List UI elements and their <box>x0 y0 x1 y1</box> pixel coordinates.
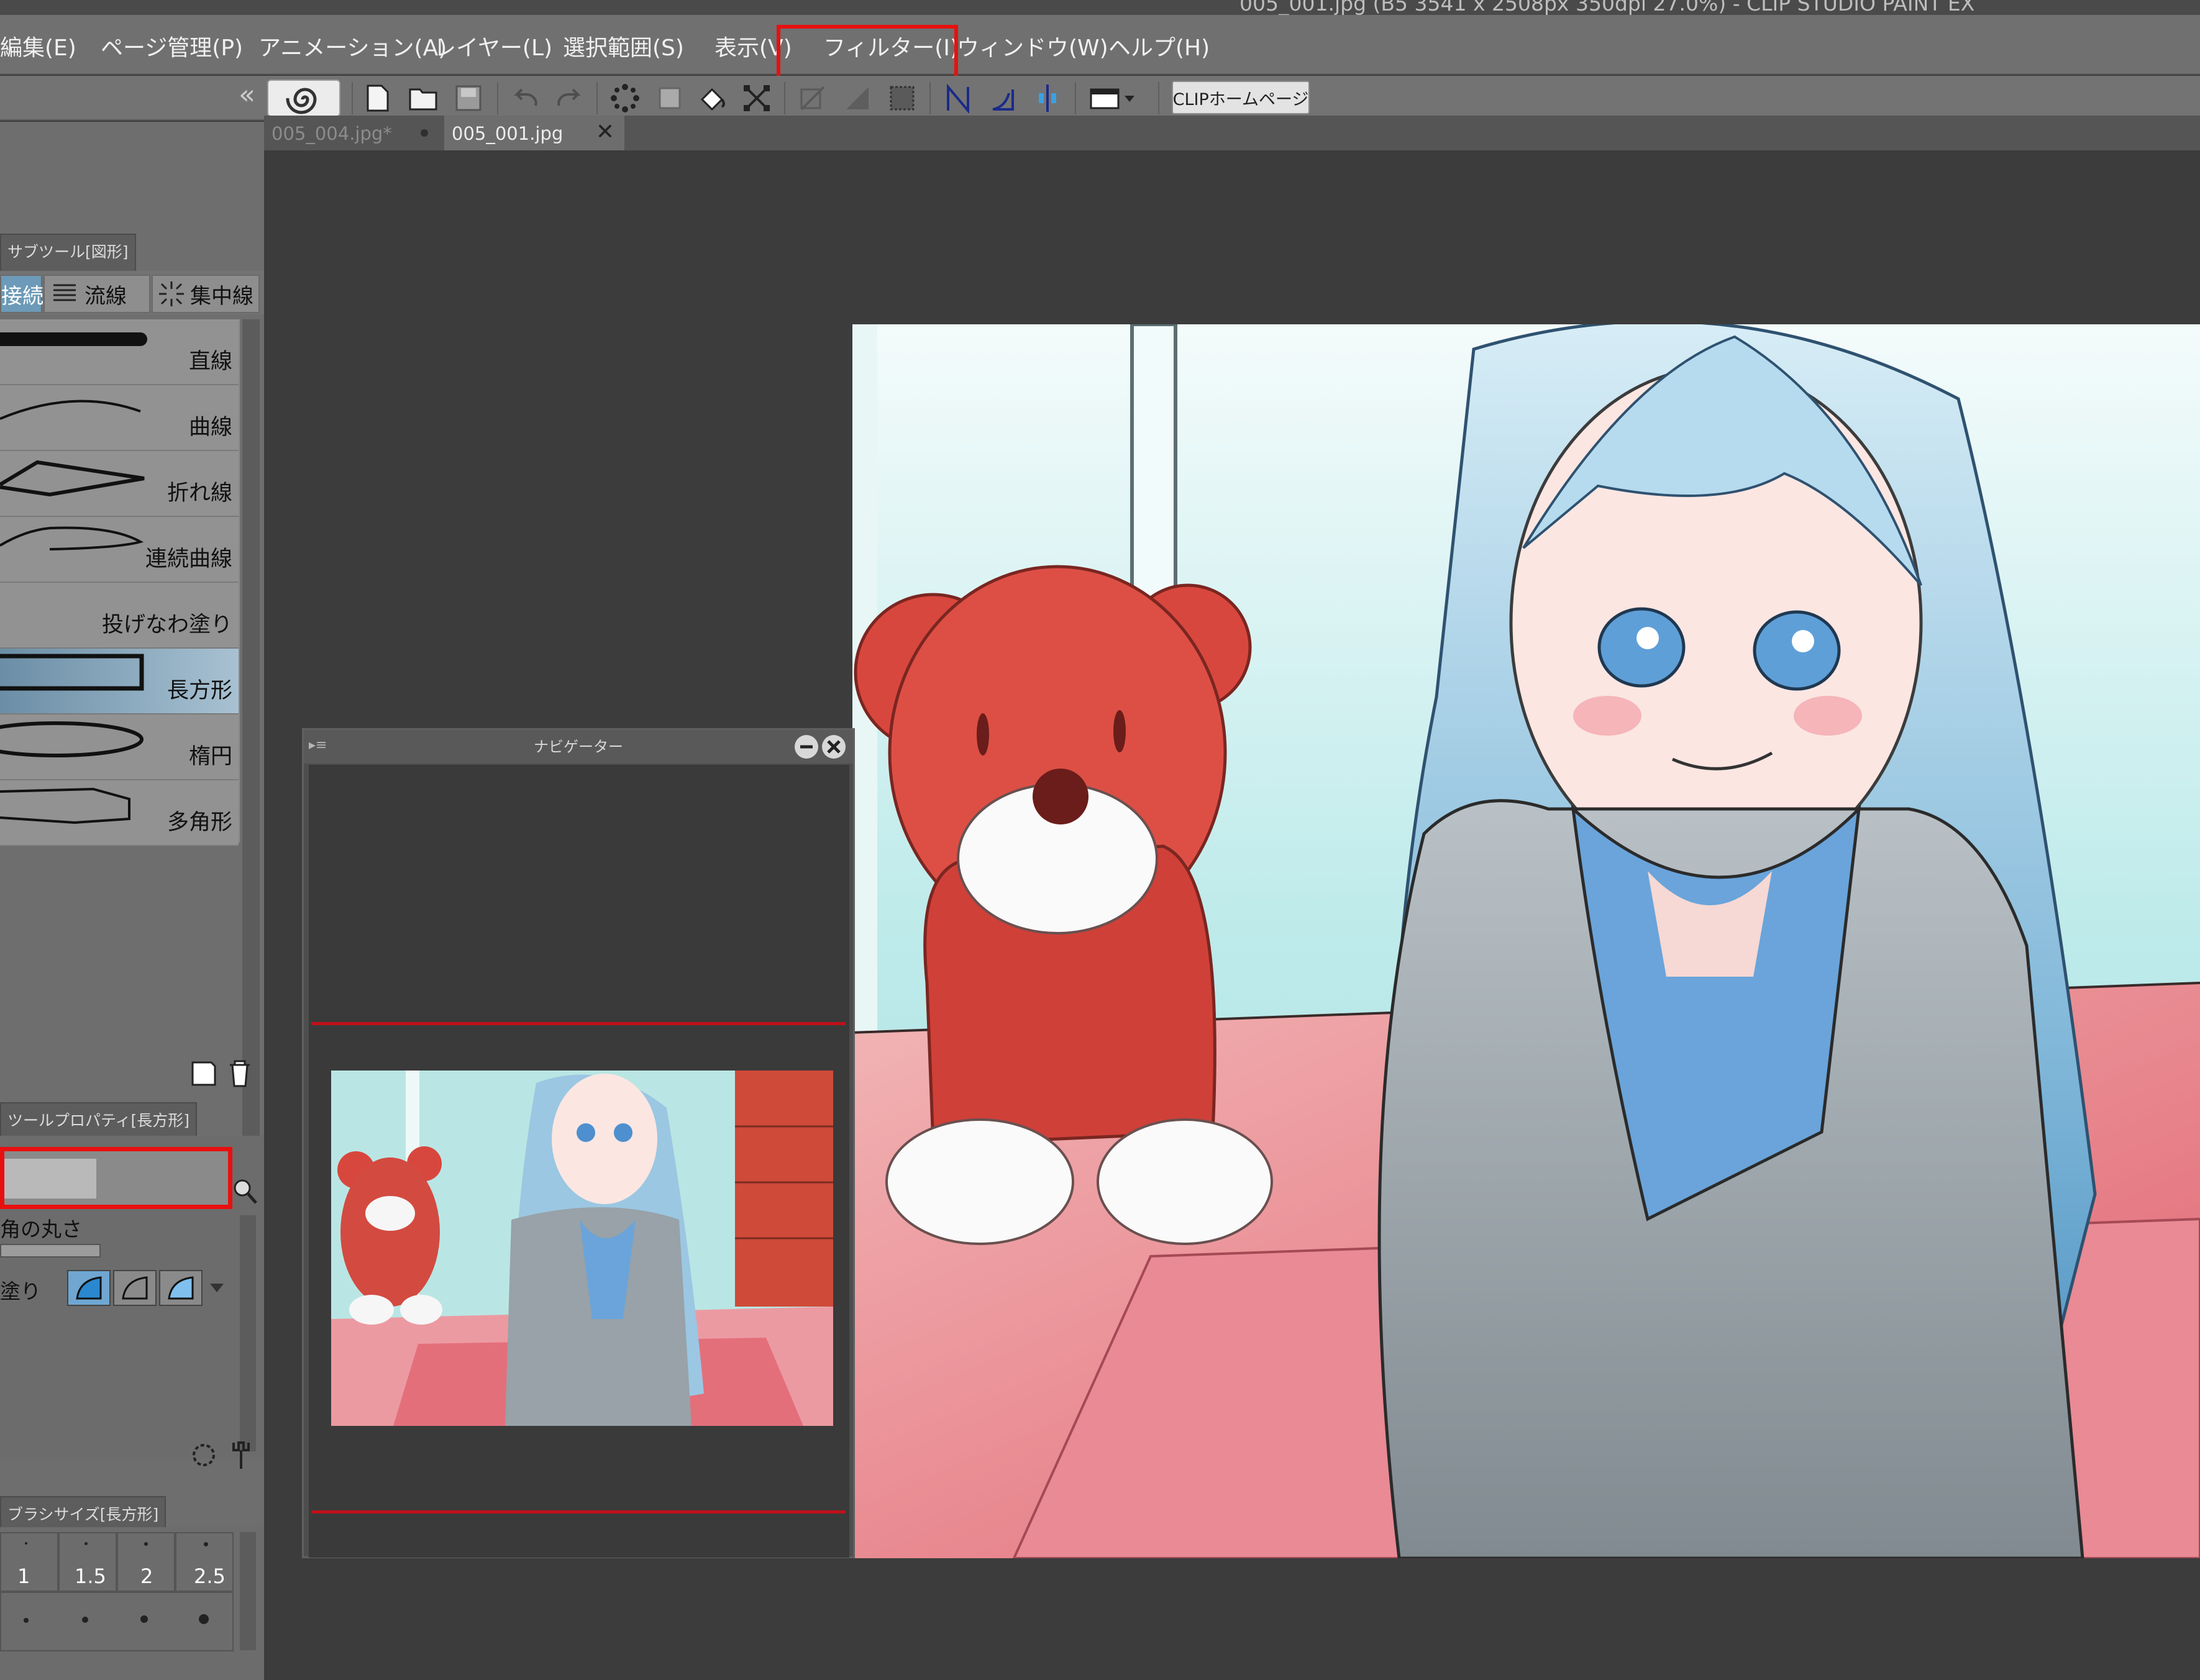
subtool-tab-concentrated[interactable]: 集中線 <box>152 275 260 313</box>
panel-menu-icon[interactable]: ▸≡ <box>309 737 327 756</box>
navigator-title-bar: ナビゲーター <box>304 730 853 764</box>
brush-size-2[interactable]: 2 <box>117 1532 175 1592</box>
corner-roundness-slider[interactable] <box>0 1244 101 1258</box>
new-subtool-icon[interactable] <box>190 1060 217 1087</box>
concentrated-line-icon <box>159 281 184 306</box>
fill-option-both[interactable] <box>159 1270 203 1306</box>
menu-animation[interactable]: アニメーション(A) <box>258 30 447 62</box>
property-settings-icon[interactable] <box>232 1178 258 1205</box>
open-file-icon[interactable] <box>406 81 441 116</box>
menu-edit[interactable]: 編集(E) <box>0 30 76 62</box>
clip-homepage-button[interactable]: CLIPホームページ <box>1172 81 1310 114</box>
brush-size-grid: 1 1.5 2 2.5 <box>0 1527 264 1680</box>
fill-option-outline[interactable] <box>113 1270 157 1306</box>
document-tab-bar: 005_004.jpg* 005_001.jpg ✕ <box>264 116 2200 150</box>
canvas-artwork[interactable] <box>852 324 2200 1558</box>
window-title: 005_001.jpg (B5 3541 x 2508px 350dpi 27.… <box>1239 0 1975 15</box>
wrench-icon[interactable] <box>229 1440 256 1470</box>
new-file-icon[interactable] <box>360 81 395 116</box>
property-value-field[interactable] <box>4 1159 96 1198</box>
fill-bucket-icon[interactable] <box>695 81 729 116</box>
straight-line-preview-icon <box>0 332 147 346</box>
tool-polygon[interactable]: 多角形 <box>0 780 239 846</box>
continuous-curve-preview-icon <box>0 526 144 550</box>
ruler-symmetry-icon[interactable] <box>1030 81 1065 116</box>
menu-help[interactable]: ヘルプ(H) <box>1108 30 1210 62</box>
redo-icon[interactable] <box>552 81 587 116</box>
clear-icon[interactable] <box>795 81 830 116</box>
ruler-line-icon[interactable] <box>941 81 975 116</box>
subtool-tab-flowline[interactable]: 流線 <box>43 275 150 313</box>
menu-selection[interactable]: 選択範囲(S) <box>563 30 684 62</box>
navigator-frame-top <box>311 1022 846 1025</box>
illustration <box>852 324 2200 1558</box>
left-panel: サブツール[図形] 接続 流線 集中線 直線 曲線 折れ線 連続曲線 投げなわ塗… <box>0 122 264 1680</box>
brush-size-row-2[interactable] <box>0 1592 234 1651</box>
doc-tab-005-001[interactable]: 005_001.jpg ✕ <box>444 116 624 150</box>
subtool-scrollbar[interactable] <box>242 319 260 1171</box>
rectangle-preview-icon <box>0 654 144 691</box>
layer-box-icon[interactable] <box>652 81 687 116</box>
flowline-icon <box>53 284 76 301</box>
menu-window[interactable]: ウィンドウ(W) <box>957 30 1108 62</box>
select-all-icon[interactable] <box>885 81 920 116</box>
transform-dots-icon[interactable] <box>608 81 642 116</box>
close-tab-icon[interactable]: ✕ <box>596 119 614 145</box>
corner-roundness-label: 角の丸さ <box>0 1217 82 1241</box>
tool-polyline[interactable]: 折れ線 <box>0 451 239 517</box>
menu-layer[interactable]: レイヤー(L) <box>434 30 552 62</box>
navigator-preview <box>331 1071 833 1426</box>
curve-preview-icon <box>0 399 141 420</box>
tool-rectangle[interactable]: 長方形 <box>0 649 239 714</box>
fill-option-filled[interactable] <box>67 1270 111 1306</box>
property-highlight-box <box>0 1147 232 1209</box>
tool-curve[interactable]: 曲線 <box>0 385 239 451</box>
polygon-preview-icon <box>0 787 130 824</box>
brush-size-2-5[interactable]: 2.5 <box>175 1532 234 1592</box>
ellipse-preview-icon <box>0 721 144 757</box>
unsaved-dot-icon <box>421 129 428 137</box>
subtool-tab-connect[interactable]: 接続 <box>0 275 43 313</box>
reset-icon[interactable] <box>190 1441 217 1469</box>
frame-dropdown-icon[interactable] <box>1089 81 1138 116</box>
navigator-thumbnail[interactable] <box>331 1071 833 1426</box>
tool-straight-line[interactable]: 直線 <box>0 319 239 385</box>
fill-selection-icon[interactable] <box>840 81 875 116</box>
transform-icon[interactable] <box>739 81 774 116</box>
delete-subtool-icon[interactable] <box>226 1059 253 1089</box>
minimize-icon[interactable] <box>795 735 818 759</box>
undo-icon[interactable] <box>508 81 543 116</box>
menu-bar: 編集(E) ページ管理(P) アニメーション(A) レイヤー(L) 選択範囲(S… <box>0 15 2200 92</box>
close-navigator-icon[interactable] <box>822 735 846 759</box>
brush-size-1-5[interactable]: 1.5 <box>58 1532 117 1592</box>
tool-lasso-fill[interactable]: 投げなわ塗り <box>0 583 239 649</box>
doc-tab-005-004[interactable]: 005_004.jpg* <box>264 116 439 150</box>
navigator-panel: ナビゲーター ▸≡ <box>302 728 855 1558</box>
brush-size-1[interactable]: 1 <box>0 1532 58 1592</box>
property-scrollbar[interactable] <box>240 1215 256 1451</box>
fill-label: 塗り <box>0 1279 41 1303</box>
clip-studio-button[interactable] <box>267 80 340 117</box>
tool-continuous-curve[interactable]: 連続曲線 <box>0 517 239 583</box>
polyline-preview-icon <box>0 460 145 497</box>
command-bar: « CLIPホームページ <box>0 76 2200 121</box>
collapse-panel-icon[interactable]: « <box>239 78 261 116</box>
subtool-list: 直線 曲線 折れ線 連続曲線 投げなわ塗り 長方形 楕円 多角形 <box>0 319 240 846</box>
navigator-frame-bottom <box>311 1510 846 1513</box>
menu-page[interactable]: ページ管理(P) <box>101 30 243 62</box>
subtool-panel-tab[interactable]: サブツール[図形] <box>0 234 136 275</box>
save-icon[interactable] <box>451 81 486 116</box>
ruler-curve-icon[interactable] <box>985 81 1020 116</box>
fill-dropdown-icon[interactable] <box>208 1279 226 1297</box>
spiral-icon <box>286 88 317 114</box>
brush-size-scrollbar[interactable] <box>240 1532 256 1650</box>
window-title-bar: 005_001.jpg (B5 3541 x 2508px 350dpi 27.… <box>0 0 2200 15</box>
subtool-category-tabs: 接続 流線 集中線 <box>0 271 264 314</box>
tool-ellipse[interactable]: 楕円 <box>0 714 239 780</box>
